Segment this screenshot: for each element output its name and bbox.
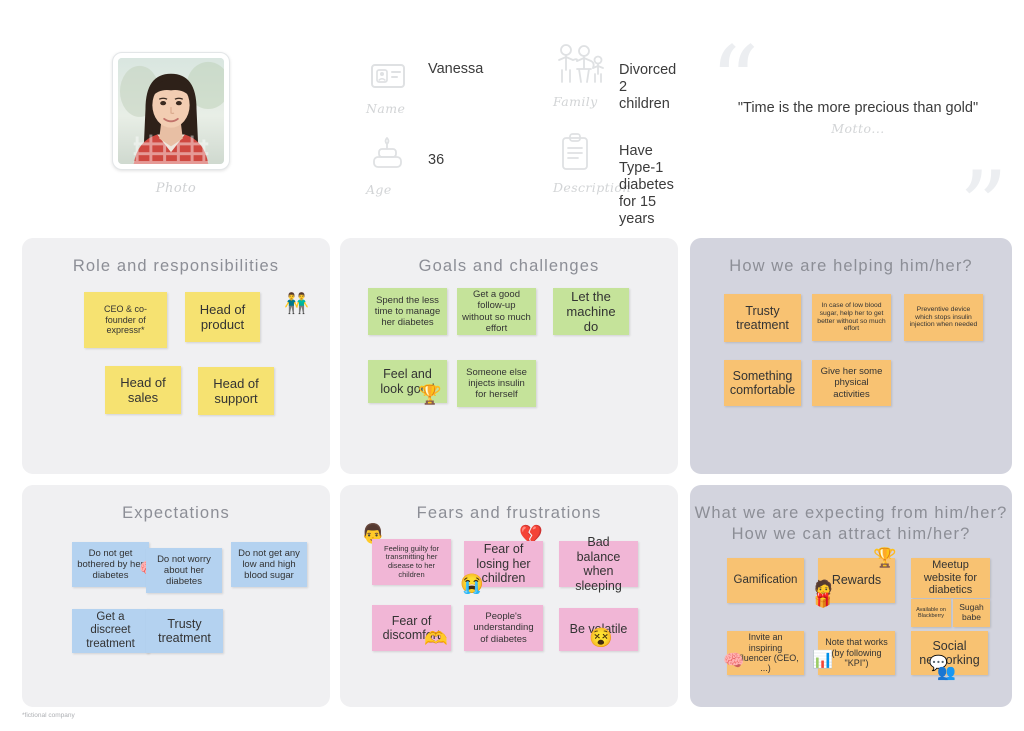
- people-hugging-icon: 👬: [284, 293, 309, 315]
- persona-photo: [118, 58, 224, 164]
- note-goals-0[interactable]: Spend the less time to manage her diabet…: [368, 288, 447, 335]
- footnote: *fictional company: [22, 712, 75, 719]
- note-helping-4[interactable]: Give her some physical activities: [812, 360, 891, 406]
- field-name-caption: Name: [366, 101, 406, 116]
- notes-group-fears: 👨 Feeling guilty for transmitting her di…: [340, 485, 678, 707]
- social-group-icon: 👥: [937, 664, 956, 681]
- field-age-value: 36: [428, 152, 445, 168]
- note-role-2[interactable]: Head of sales: [105, 366, 181, 414]
- head-with-gears-icon: 🧠: [723, 651, 745, 670]
- notes-group-expectations: Do not get bothered by her diabetes 🧠 Do…: [22, 485, 330, 707]
- panel-how-we-are-helping: How we are helping him/her? Trusty treat…: [690, 238, 1012, 474]
- family-icon: [553, 42, 604, 86]
- note-goals-4[interactable]: Someone else injects insulin for herself: [457, 360, 536, 407]
- note-fears-4[interactable]: People's understanding of diabetes: [464, 605, 543, 651]
- note-fears-0[interactable]: Feeling guilty for transmitting her dise…: [372, 539, 451, 585]
- motto-caption: Motto...: [831, 121, 885, 136]
- gift-box-icon: 🎁: [814, 592, 832, 608]
- note-role-3[interactable]: Head of support: [198, 367, 274, 415]
- note-helping-3[interactable]: Something comfortable: [724, 360, 801, 406]
- persona-header: Photo Name Vanessa Family Divorced 2 chi…: [0, 0, 1024, 255]
- note-expectations-0[interactable]: Do not get bothered by her diabetes: [72, 542, 149, 587]
- heart-hands-icon: 🫶: [424, 629, 448, 650]
- field-name-value: Vanessa: [428, 61, 484, 77]
- motto-text: "Time is the more precious than gold": [737, 100, 979, 116]
- notes-group-goals: Spend the less time to manage her diabet…: [340, 238, 678, 474]
- trophy-icon: 🏆: [873, 548, 897, 569]
- portrait-photo-icon: [118, 58, 224, 164]
- note-helping-0[interactable]: Trusty treatment: [724, 294, 801, 342]
- clipboard-icon: [553, 130, 597, 174]
- note-expectations-2[interactable]: Do not get any low and high blood sugar: [231, 542, 307, 587]
- notes-group-helping: Trusty treatment In case of low blood su…: [690, 238, 1012, 474]
- motto-block: “ ” "Time is the more precious than gold…: [700, 34, 1016, 255]
- chart-analysis-icon: 📊: [812, 650, 834, 669]
- notes-group-role: CEO & co-founder of expressr* Head of pr…: [22, 238, 330, 474]
- panel-what-we-are-expecting: What we are expecting from him/her? How …: [690, 485, 1012, 707]
- note-expecting-4[interactable]: Sugah babe: [953, 599, 990, 627]
- note-expecting-0[interactable]: Gamification: [727, 558, 804, 603]
- note-goals-1[interactable]: Get a good follow-up without so much eff…: [457, 288, 536, 335]
- note-role-1[interactable]: Head of product: [185, 292, 260, 342]
- note-goals-2[interactable]: Let the machine do: [553, 288, 629, 335]
- panel-expectations: Expectations Do not get bothered by her …: [22, 485, 330, 707]
- photo-frame: [112, 52, 230, 170]
- note-expecting-3[interactable]: Available on Blackberry: [911, 599, 951, 627]
- note-expectations-1[interactable]: Do not worry about her diabetes: [146, 548, 222, 593]
- field-age-caption: Age: [366, 182, 392, 197]
- trophy-icon: 🏆: [418, 385, 442, 406]
- field-family-caption: Family: [553, 94, 598, 109]
- id-card-icon: [366, 55, 410, 99]
- field-description-value: Have Type-1 diabetes for 15 years: [619, 143, 674, 227]
- panel-fears-and-frustrations: Fears and frustrations 👨 Feeling guilty …: [340, 485, 678, 707]
- panel-role-and-responsibilities: Role and responsibilities CEO & co-found…: [22, 238, 330, 474]
- note-role-0[interactable]: CEO & co-founder of expressr*: [84, 292, 167, 348]
- notes-group-expecting: Gamification Rewards 🏆 🧑 🎁 Meetup websit…: [690, 485, 1012, 707]
- panel-goals-and-challenges: Goals and challenges Spend the less time…: [340, 238, 678, 474]
- field-family-value: Divorced 2 children: [619, 62, 677, 112]
- birthday-cake-icon: [366, 134, 410, 178]
- note-expectations-4[interactable]: Trusty treatment: [146, 609, 223, 653]
- photo-block: Photo: [112, 52, 240, 196]
- dizzy-face-icon: 😵: [589, 628, 613, 649]
- note-expecting-2[interactable]: Meetup website for diabetics: [911, 558, 990, 598]
- note-helping-2[interactable]: Preventive device which stops insulin in…: [904, 294, 983, 341]
- note-helping-1[interactable]: In case of low blood sugar, help her to …: [812, 294, 891, 341]
- note-expectations-3[interactable]: Get a discreet treatment: [72, 609, 149, 653]
- photo-caption: Photo: [155, 181, 197, 196]
- crying-face-icon: 😭: [460, 574, 484, 595]
- note-fears-2[interactable]: Bad balance when sleeping: [559, 535, 638, 593]
